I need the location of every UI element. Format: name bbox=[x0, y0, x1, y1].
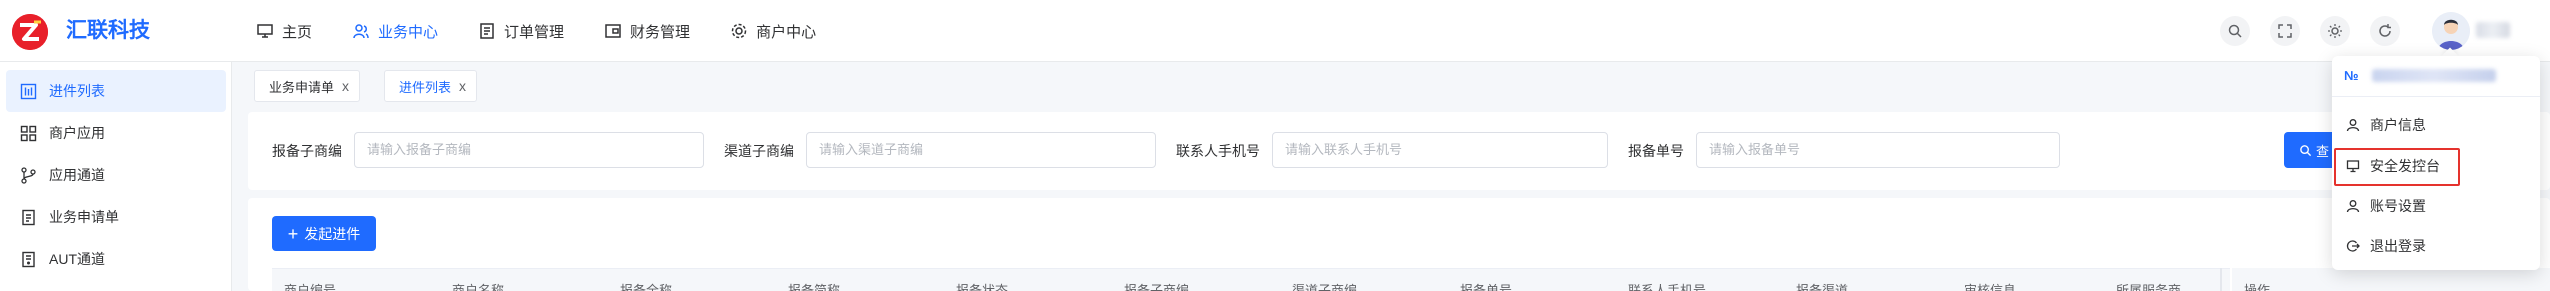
report-no-input[interactable]: 请输入报备单号 bbox=[1696, 132, 2060, 168]
order-icon bbox=[480, 23, 494, 39]
brand-logo bbox=[12, 14, 48, 50]
list-icon bbox=[20, 83, 37, 99]
filter-label-contact-phone: 联系人手机号 bbox=[1176, 143, 1260, 159]
th-report-channel: 报备渠道 bbox=[1796, 283, 1849, 291]
tab-business-forms[interactable]: 业务申请单 x bbox=[254, 70, 361, 102]
tabs-bar: 业务申请单 x 进件列表 x bbox=[232, 62, 2550, 112]
th-service-provider: 所属服务商 bbox=[2116, 283, 2182, 291]
highlight-box bbox=[2334, 148, 2460, 186]
th-report-sub-merchant: 报备子商编 bbox=[1124, 283, 1190, 291]
nav-finance-label: 财务管理 bbox=[630, 23, 691, 41]
filter-label-report-sub-merchant: 报备子商编 bbox=[272, 143, 342, 159]
th-merchant-name: 商户名称 bbox=[452, 283, 505, 291]
report-sub-merchant-input[interactable]: 请输入报备子商编 bbox=[354, 132, 704, 168]
branch-icon bbox=[21, 166, 36, 184]
logout-icon bbox=[2346, 240, 2360, 252]
nav-home-label: 主页 bbox=[282, 23, 313, 41]
sidebar-item-merchant-apps[interactable]: 商户应用 bbox=[6, 112, 226, 154]
monitor-icon bbox=[257, 24, 273, 38]
table-header-operations bbox=[2232, 268, 2550, 291]
menu-item-label: 退出登录 bbox=[2370, 238, 2426, 254]
header-search-button[interactable] bbox=[2220, 16, 2250, 46]
brand-name: 汇联科技 bbox=[66, 19, 150, 42]
document-icon bbox=[22, 209, 35, 225]
th-operations: 操作 bbox=[2244, 283, 2271, 291]
channel-sub-merchant-input[interactable]: 请输入渠道子商编 bbox=[806, 132, 1156, 168]
th-report-status: 报备状态 bbox=[956, 283, 1009, 291]
tab-label: 业务申请单 bbox=[269, 79, 335, 95]
filter-label-report-no: 报备单号 bbox=[1628, 143, 1684, 159]
table-header bbox=[272, 268, 2230, 291]
contact-phone-input[interactable]: 请输入联系人手机号 bbox=[1272, 132, 1608, 168]
th-report-no: 报备单号 bbox=[1460, 283, 1513, 291]
gear-icon bbox=[731, 23, 747, 39]
sidebar-item-business-forms[interactable]: 业务申请单 bbox=[6, 196, 226, 238]
th-contact-phone: 联系人手机号 bbox=[1628, 283, 1707, 291]
sidebar-item-application-list[interactable]: 进件列表 bbox=[6, 70, 226, 112]
close-icon[interactable]: x bbox=[459, 78, 466, 94]
th-report-full-name: 报备全称 bbox=[620, 283, 673, 291]
channel-icon bbox=[22, 251, 35, 267]
menu-item-merchant-info[interactable]: 商户信息 bbox=[2342, 112, 2532, 138]
sidebar-item-label: 进件列表 bbox=[49, 83, 105, 99]
refresh-icon bbox=[2379, 24, 2391, 37]
add-button-label: 发起进件 bbox=[304, 225, 361, 242]
nav-order-label: 订单管理 bbox=[504, 23, 565, 41]
menu-item-label: 商户信息 bbox=[2370, 117, 2426, 133]
close-icon[interactable]: x bbox=[342, 78, 349, 94]
user-settings-icon bbox=[2346, 200, 2360, 213]
apps-icon bbox=[20, 125, 37, 141]
user-avatar[interactable] bbox=[2432, 12, 2470, 50]
nav-finance-management[interactable]: 财务管理 bbox=[604, 18, 690, 44]
nav-business-center-label: 业务中心 bbox=[378, 23, 439, 41]
fixed-column-divider bbox=[2220, 268, 2222, 291]
tab-label: 进件列表 bbox=[399, 79, 452, 95]
search-icon bbox=[2228, 24, 2242, 38]
dropdown-divider bbox=[2332, 96, 2540, 97]
tab-application-list[interactable]: 进件列表 x bbox=[384, 70, 478, 102]
fullscreen-icon bbox=[2278, 24, 2292, 38]
search-icon bbox=[2300, 144, 2312, 156]
sidebar: 进件列表 商户应用 应用通道 业务申请单 AUT通道 bbox=[0, 62, 232, 291]
username-redacted bbox=[2476, 22, 2510, 38]
account-number-label: № bbox=[2344, 68, 2359, 83]
sidebar-item-label: 商户应用 bbox=[49, 125, 105, 141]
fullscreen-button[interactable] bbox=[2270, 16, 2300, 46]
th-audit-info: 审核信息 bbox=[1964, 283, 2017, 291]
th-report-short-name: 报备简称 bbox=[788, 283, 841, 291]
search-button-label: 查 bbox=[2315, 143, 2329, 159]
th-merchant-no: 商户编号 bbox=[284, 283, 337, 291]
sidebar-item-app-channels[interactable]: 应用通道 bbox=[6, 154, 226, 196]
sidebar-item-label: 业务申请单 bbox=[49, 209, 119, 225]
plus-icon: + bbox=[287, 223, 299, 244]
theme-button[interactable] bbox=[2320, 16, 2350, 46]
menu-item-logout[interactable]: 退出登录 bbox=[2342, 233, 2532, 259]
add-application-button[interactable]: + 发起进件 bbox=[272, 216, 376, 251]
sidebar-item-label: 应用通道 bbox=[49, 167, 105, 183]
filter-label-channel-sub-merchant: 渠道子商编 bbox=[724, 143, 794, 159]
top-nav: 主页 业务中心 订单管理 财务管理 商户中心 bbox=[256, 18, 856, 44]
nav-order-management[interactable]: 订单管理 bbox=[478, 18, 564, 44]
user-icon bbox=[2346, 119, 2360, 132]
sidebar-item-label: AUT通道 bbox=[49, 251, 105, 267]
sidebar-item-aut-channel[interactable]: AUT通道 bbox=[6, 238, 226, 280]
theme-icon bbox=[2328, 24, 2342, 38]
nav-merchant-center[interactable]: 商户中心 bbox=[730, 18, 816, 44]
finance-icon bbox=[605, 24, 621, 38]
menu-item-label: 账号设置 bbox=[2370, 198, 2426, 214]
account-number-redacted bbox=[2372, 69, 2496, 82]
refresh-button[interactable] bbox=[2370, 16, 2400, 46]
menu-item-account-settings[interactable]: 账号设置 bbox=[2342, 193, 2532, 219]
nav-merchant-label: 商户中心 bbox=[756, 23, 817, 41]
users-icon bbox=[353, 24, 369, 39]
nav-home[interactable]: 主页 bbox=[256, 18, 312, 44]
nav-business-center[interactable]: 业务中心 bbox=[352, 18, 438, 44]
th-channel-sub-merchant: 渠道子商编 bbox=[1292, 283, 1358, 291]
